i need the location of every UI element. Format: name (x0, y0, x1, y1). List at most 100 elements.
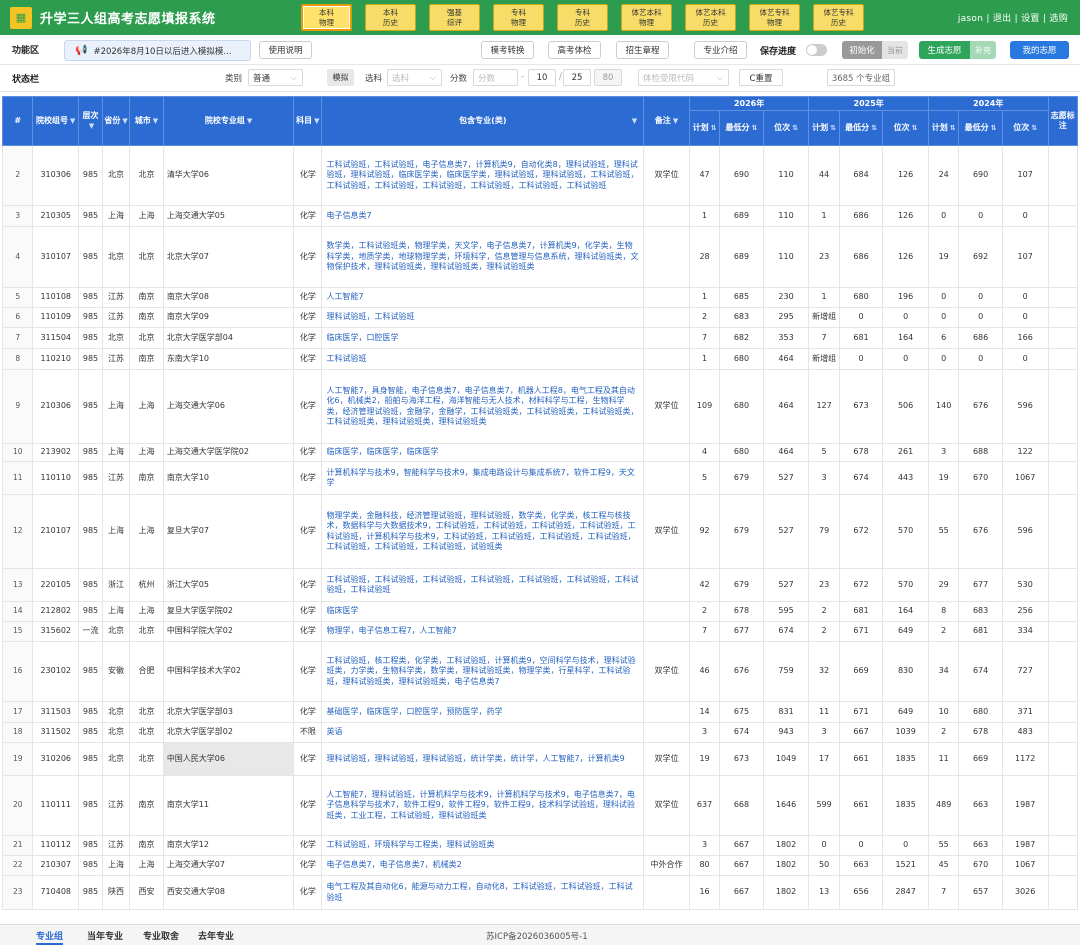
sort-icon[interactable]: ⇅ (792, 124, 798, 132)
cell-school-group[interactable]: 中国人民大学06 (162, 742, 295, 776)
range-from-input[interactable]: 10 (528, 69, 556, 86)
col-subject[interactable]: 科目 ▼ (293, 96, 323, 146)
cell-wish-mark[interactable] (1047, 775, 1079, 836)
cell-school-group[interactable]: 北京大学医学部02 (162, 722, 295, 743)
mode-button[interactable]: 专科 物理 (493, 4, 544, 31)
mode-button[interactable]: 体艺本科 历史 (685, 4, 736, 31)
cell-majors[interactable]: 理科试验班，工科试验班 (321, 307, 645, 328)
filter-icon[interactable]: ▼ (122, 117, 127, 125)
col-school-group[interactable]: 院校专业组 ▼ (162, 96, 295, 146)
category-select[interactable]: 普通 ⌵ (248, 69, 303, 86)
reset-button[interactable]: C重置 (739, 69, 783, 86)
cell-school-group[interactable]: 北京大学07 (162, 226, 295, 288)
table-row[interactable]: 16 230102 985 安徽 合肥 中国科学技术大学02 化学 工科试验班，核工程类，化学… (1, 641, 1079, 702)
mode-button[interactable]: 体艺本科 物理 (621, 4, 672, 31)
cell-wish-mark[interactable] (1047, 327, 1079, 349)
cell-majors[interactable]: 工科试验班，核工程类，化学类，工科试验班，计算机类9，空间科学与技术，理科试验班… (321, 641, 645, 702)
table-row[interactable]: 10 213902 985 上海 上海 上海交通大学医学院02 化学 临床医学，临床医学，临床… (1, 443, 1079, 462)
cell-school-group[interactable]: 清华大学06 (162, 145, 295, 206)
table-row[interactable]: 3 210305 985 上海 上海 上海交通大学05 化学 电子信息类7 1 689 110 1 68… (1, 205, 1079, 227)
sort-icon[interactable]: ⇅ (830, 124, 836, 132)
col-2025-plan[interactable]: 计划 ⇅ (808, 110, 840, 146)
table-row[interactable]: 5 110108 985 江苏 南京 南京大学08 化学 人工智能7 1 685 230 1 680 19… (1, 287, 1079, 308)
col-2026-plan[interactable]: 计划 ⇅ (688, 110, 721, 146)
cell-wish-mark[interactable] (1047, 226, 1079, 288)
cell-wish-mark[interactable] (1047, 348, 1079, 370)
col-group-code[interactable]: 院校组号 ▼ (32, 96, 80, 146)
table-row[interactable]: 20 110111 985 江苏 南京 南京大学11 化学 人工智能7，理科试验班，计算机科学… (1, 775, 1079, 836)
filter-icon[interactable]: ▼ (70, 117, 75, 125)
cell-majors[interactable]: 基础医学，临床医学，口腔医学，预防医学，药学 (321, 701, 645, 723)
cell-school-group[interactable]: 南京大学12 (162, 835, 295, 856)
cell-majors[interactable]: 工科试验班，环境科学与工程类，理科试验班类 (321, 835, 645, 856)
filter-icon[interactable]: ▼ (247, 117, 252, 125)
cell-school-group[interactable]: 东南大学10 (162, 348, 295, 370)
sort-icon[interactable]: ⇅ (950, 124, 956, 132)
table-row[interactable]: 8 110210 985 江苏 南京 东南大学10 化学 工科试验班 1 680 464 新增组 0 0 0… (1, 348, 1079, 370)
cell-majors[interactable]: 工科试验班，工科试验班，工科试验班，工科试验班，工科试验班，工科试验班，工科试验… (321, 568, 645, 602)
exam-check-button[interactable]: 高考体检 (548, 41, 601, 59)
cell-wish-mark[interactable] (1047, 835, 1079, 856)
tab-major-group[interactable]: 专业组 (36, 929, 64, 945)
cell-majors[interactable]: 英语 (321, 722, 645, 743)
cell-school-group[interactable]: 中国科学技术大学02 (162, 641, 295, 702)
cell-wish-mark[interactable] (1047, 287, 1079, 308)
cell-wish-mark[interactable] (1047, 307, 1079, 328)
cell-wish-mark[interactable] (1047, 461, 1079, 495)
major-intro-button[interactable]: 专业介绍 (694, 41, 747, 59)
table-row[interactable]: 23 710408 985 陕西 西安 西安交通大学08 化学 电气工程及其自动化6，能源与动… (1, 875, 1079, 910)
table-row[interactable]: 13 220105 985 浙江 杭州 浙江大学05 化学 工科试验班，工科试验班，工科试验班… (1, 568, 1079, 602)
cell-school-group[interactable]: 西安交通大学08 (162, 875, 295, 910)
cell-wish-mark[interactable] (1047, 145, 1079, 206)
col-2025-min-score[interactable]: 最低分 ⇅ (838, 110, 884, 146)
tab-last-year-majors[interactable]: 去年专业 (198, 929, 234, 942)
user-menu[interactable]: jason | 退出 | 设置 | 选购 (958, 11, 1068, 24)
table-row[interactable]: 7 311504 985 北京 北京 北京大学医学部04 化学 临床医学，口腔医学 7 682 35… (1, 327, 1079, 349)
physical-code-select[interactable]: 体检受限代码 ⌵ (638, 69, 729, 86)
cell-school-group[interactable]: 南京大学11 (162, 775, 295, 836)
col-2026-min-score[interactable]: 最低分 ⇅ (719, 110, 764, 146)
cell-school-group[interactable]: 北京大学医学部03 (162, 701, 295, 723)
sort-icon[interactable]: ⇅ (912, 124, 918, 132)
table-row[interactable]: 17 311503 985 北京 北京 北京大学医学部03 化学 基础医学，临床医学，口腔医学… (1, 701, 1079, 723)
cell-majors[interactable]: 计算机科学与技术9，智能科学与技术9，集成电路设计与集成系统7，软件工程9，天文… (321, 461, 645, 495)
tab-current-majors[interactable]: 当年专业 (87, 929, 123, 942)
cell-majors[interactable]: 物理学，电子信息工程7，人工智能7 (321, 621, 645, 642)
table-row[interactable]: 18 311502 985 北京 北京 北京大学医学部02 不限 英语 3 674 943 3 667 1… (1, 722, 1079, 743)
cell-majors[interactable]: 人工智能7 (321, 287, 645, 308)
cell-school-group[interactable]: 上海交通大学05 (162, 205, 295, 227)
mode-button[interactable]: 本科 历史 (365, 4, 416, 31)
mode-button[interactable]: 本科 物理 (301, 4, 352, 31)
cell-school-group[interactable]: 上海交通大学医学院02 (162, 443, 295, 462)
cell-wish-mark[interactable] (1047, 621, 1079, 642)
mode-button[interactable]: 强基 综评 (429, 4, 480, 31)
cell-school-group[interactable]: 南京大学08 (162, 287, 295, 308)
cell-majors[interactable]: 人工智能7，理科试验班，计算机科学与技术9，计算机科学与技术9，电子信息类7，电… (321, 775, 645, 836)
table-row[interactable]: 15 315602 一流 北京 北京 中国科学院大学02 化学 物理学，电子信息工程7，人工智… (1, 621, 1079, 642)
col-2024-plan[interactable]: 计划 ⇅ (927, 110, 960, 146)
col-2026-rank[interactable]: 位次 ⇅ (762, 110, 810, 146)
cell-school-group[interactable]: 复旦大学医学院02 (162, 601, 295, 622)
mode-button[interactable]: 体艺专科 物理 (749, 4, 800, 31)
cell-majors[interactable]: 工科试验班，工科试验班，电子信息类7，计算机类9，自动化类8，理科试验班，理科试… (321, 145, 645, 206)
cell-school-group[interactable]: 浙江大学05 (162, 568, 295, 602)
filter-icon[interactable]: ▼ (632, 116, 637, 126)
col-city[interactable]: 城市 ▼ (129, 96, 164, 146)
cell-majors[interactable]: 工科试验班 (321, 348, 645, 370)
cell-school-group[interactable]: 北京大学医学部04 (162, 327, 295, 349)
col-2024-min-score[interactable]: 最低分 ⇅ (958, 110, 1003, 146)
table-row[interactable]: 22 210307 985 上海 上海 上海交通大学07 化学 电子信息类7，电子信息类7，机… (1, 855, 1079, 876)
filter-icon[interactable]: ▼ (673, 117, 678, 125)
table-row[interactable]: 12 210107 985 上海 上海 复旦大学07 化学 物理学类，金融科技，经济管理试验班… (1, 494, 1079, 569)
filter-icon[interactable]: ▼ (89, 122, 94, 130)
cell-majors[interactable]: 临床医学，口腔医学 (321, 327, 645, 349)
mode-button[interactable]: 体艺专科 历史 (813, 4, 864, 31)
cell-majors[interactable]: 物理学类，金融科技，经济管理试验班，理科试验班，数学类，化学类，核工程与核技术，… (321, 494, 645, 569)
cell-majors[interactable]: 电子信息类7，电子信息类7，机械类2 (321, 855, 645, 876)
save-progress-toggle[interactable] (806, 44, 827, 56)
table-row[interactable]: 21 110112 985 江苏 南京 南京大学12 化学 工科试验班，环境科学与工程类，理科… (1, 835, 1079, 856)
cell-wish-mark[interactable] (1047, 369, 1079, 444)
cell-wish-mark[interactable] (1047, 205, 1079, 227)
cell-school-group[interactable]: 上海交通大学06 (162, 369, 295, 444)
table-row[interactable]: 9 210306 985 上海 上海 上海交通大学06 化学 人工智能7，具身智能，电子信息类… (1, 369, 1079, 444)
